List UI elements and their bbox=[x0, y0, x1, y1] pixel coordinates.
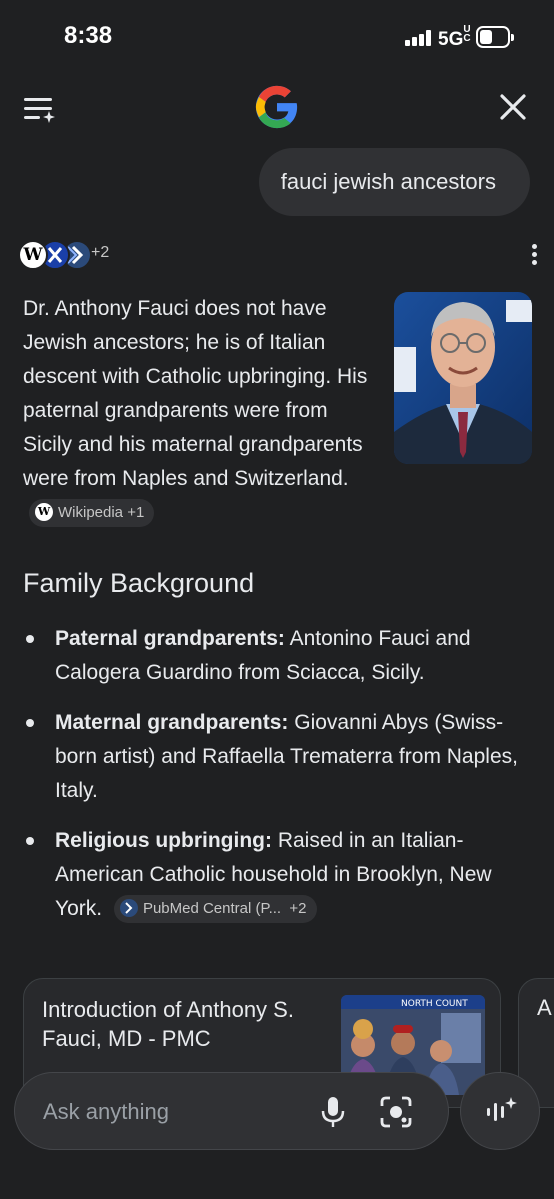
section-title: Family Background bbox=[23, 568, 255, 598]
item-label: Paternal grandparents: bbox=[55, 627, 285, 650]
citation-chip-wikipedia[interactable]: W Wikipedia +1 bbox=[29, 499, 155, 528]
network-suffix: UC bbox=[463, 24, 471, 44]
top-bar bbox=[0, 80, 554, 136]
battery-icon bbox=[476, 26, 514, 48]
more-options-icon[interactable] bbox=[532, 244, 538, 266]
network-type: 5G bbox=[438, 29, 464, 50]
wikipedia-icon: W bbox=[35, 503, 53, 522]
item-label: Maternal grandparents: bbox=[55, 711, 289, 734]
microphone-icon[interactable] bbox=[320, 1095, 346, 1129]
close-icon[interactable] bbox=[498, 92, 528, 122]
ask-input[interactable] bbox=[43, 1095, 293, 1129]
status-time: 8:38 bbox=[64, 22, 113, 49]
camera-lens-icon[interactable] bbox=[379, 1095, 413, 1129]
ai-answer: Dr. Anthony Fauci does not have Jewish a… bbox=[23, 292, 378, 530]
answer-image[interactable] bbox=[394, 292, 532, 464]
sources-extra-count: +2 bbox=[91, 244, 110, 261]
voice-mode-button[interactable] bbox=[460, 1072, 540, 1150]
sources-row[interactable]: W +2 bbox=[18, 238, 538, 272]
citation-chip-pubmed[interactable]: PubMed Central (P... +2 bbox=[113, 895, 317, 924]
pubmed-icon bbox=[119, 899, 138, 918]
chip-count: +2 bbox=[289, 900, 307, 918]
query-bubble[interactable]: fauci jewish ancestors bbox=[258, 148, 530, 216]
chip-label: PubMed Central (P... bbox=[142, 900, 282, 918]
signal-icon bbox=[405, 30, 431, 46]
menu-sparkle-icon[interactable] bbox=[22, 95, 58, 123]
answer-text: Dr. Anthony Fauci does not have Jewish a… bbox=[23, 297, 368, 490]
status-bar: 8:38 5GUC bbox=[0, 0, 554, 72]
voice-sparkle-icon bbox=[487, 1097, 517, 1121]
list-item: Religious upbringing: Raised in an Itali… bbox=[23, 824, 523, 926]
google-g-icon bbox=[255, 85, 298, 129]
card-title: A bbox=[537, 995, 552, 1020]
network-label: 5GUC bbox=[438, 25, 473, 51]
family-list: Paternal grandparents: Antonino Fauci an… bbox=[23, 622, 523, 942]
list-item: Maternal grandparents: Giovanni Abys (Sw… bbox=[23, 706, 523, 808]
wikipedia-icon[interactable]: W bbox=[18, 240, 48, 270]
chip-label: Wikipedia +1 bbox=[58, 504, 145, 522]
card-title: Introduction of Anthony S. Fauci, MD - P… bbox=[42, 997, 294, 1051]
item-label: Religious upbringing: bbox=[55, 829, 272, 852]
svg-text:NORTH COUNT: NORTH COUNT bbox=[401, 999, 468, 1009]
list-item: Paternal grandparents: Antonino Fauci an… bbox=[23, 622, 523, 690]
ask-bar bbox=[14, 1072, 449, 1150]
